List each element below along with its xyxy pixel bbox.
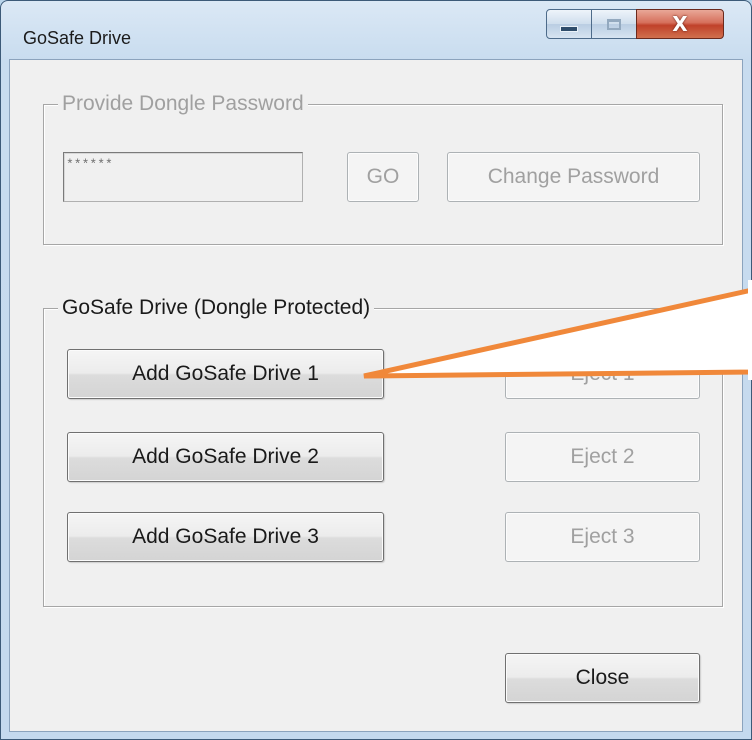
drive-group-label: GoSafe Drive (Dongle Protected) — [58, 295, 375, 321]
minimize-icon — [560, 26, 578, 32]
add-drive-3-button[interactable]: Add GoSafe Drive 3 — [67, 512, 384, 562]
eject-3-button: Eject 3 — [505, 512, 700, 562]
title-bar[interactable]: GoSafe Drive X — [1, 1, 751, 61]
add-drive-1-button[interactable]: Add GoSafe Drive 1 — [67, 349, 384, 399]
close-window-button[interactable]: X — [636, 9, 724, 39]
window-title: GoSafe Drive — [23, 28, 132, 48]
maximize-button — [591, 9, 637, 39]
gosafe-drive-window: GoSafe Drive X Provide Dongle Password *… — [0, 0, 752, 740]
maximize-icon — [607, 18, 621, 30]
eject-1-button: Eject 1 — [505, 349, 700, 399]
close-icon: X — [672, 12, 688, 36]
go-button: GO — [347, 152, 419, 202]
change-password-button: Change Password — [447, 152, 700, 202]
close-button[interactable]: Close — [505, 653, 700, 703]
password-group-label: Provide Dongle Password — [58, 91, 308, 117]
minimize-button[interactable] — [546, 9, 592, 39]
dongle-password-input: ****** — [63, 152, 303, 202]
eject-2-button: Eject 2 — [505, 432, 700, 482]
dialog-client-area: Provide Dongle Password ****** GO Change… — [9, 59, 743, 732]
add-drive-2-button[interactable]: Add GoSafe Drive 2 — [67, 432, 384, 482]
